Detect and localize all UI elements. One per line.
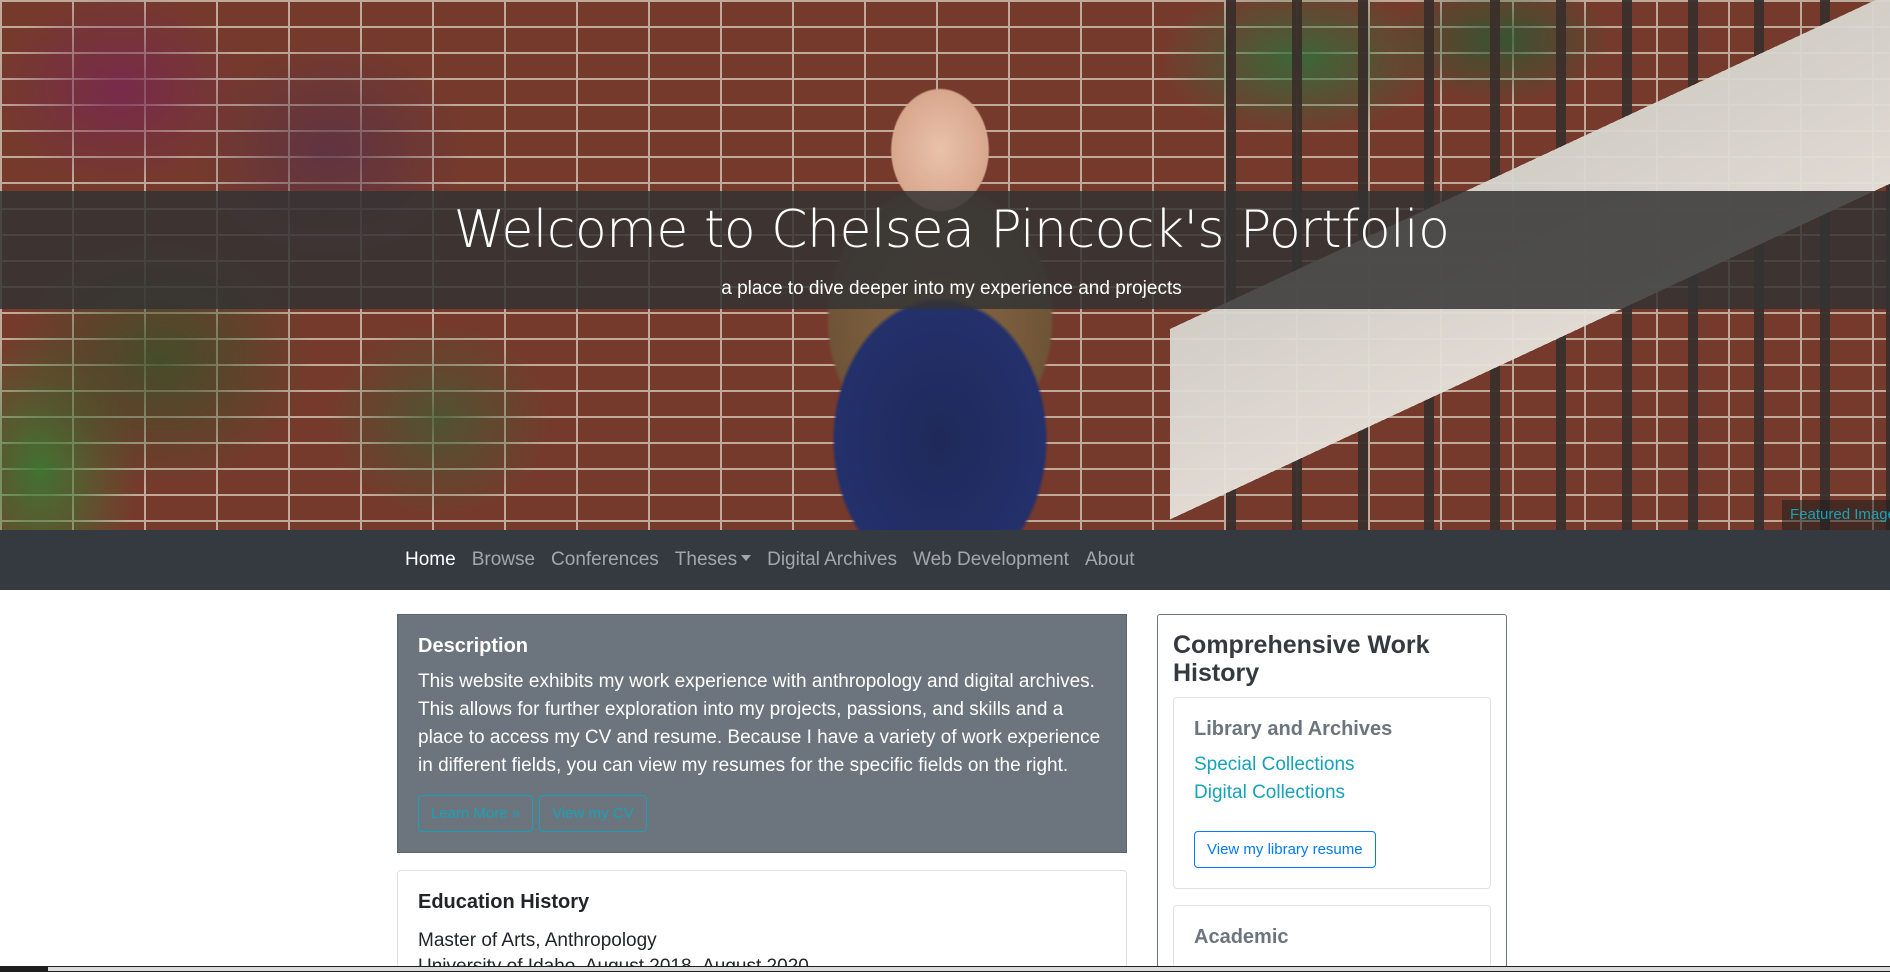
nav-web-development[interactable]: Web Development: [905, 549, 1077, 571]
hero-title: Welcome to Chelsea Pincock's Portfolio: [453, 200, 1450, 260]
description-actions: Learn More » View my CV: [418, 795, 647, 832]
nav-digital-archives[interactable]: Digital Archives: [759, 549, 905, 571]
digital-collections-link[interactable]: Digital Collections: [1194, 779, 1470, 807]
education-card: Education History Master of Arts, Anthro…: [397, 870, 1127, 972]
education-title: Education History: [418, 891, 590, 913]
description-card: Description This website exhibits my wor…: [397, 614, 1127, 853]
library-resume-button[interactable]: View my library resume: [1194, 831, 1376, 868]
hero-subtitle: a place to dive deeper into my experienc…: [721, 278, 1182, 299]
work-history-card: Comprehensive Work History Library and A…: [1157, 614, 1507, 972]
nav-conferences[interactable]: Conferences: [543, 549, 667, 571]
education-degree: Master of Arts, Anthropology: [418, 930, 657, 951]
library-archives-card: Library and Archives Special Collections…: [1173, 697, 1491, 889]
nav-list: Home Browse Conferences Theses Digital A…: [397, 530, 1143, 590]
nav-about[interactable]: About: [1077, 549, 1143, 571]
horizontal-scrollbar-thumb[interactable]: [48, 967, 1890, 971]
nav-home[interactable]: Home: [397, 549, 464, 571]
hero-banner: Welcome to Chelsea Pincock's Portfolio a…: [0, 0, 1890, 530]
work-history-title: Comprehensive Work History: [1173, 631, 1430, 687]
academic-card: Academic: [1173, 905, 1491, 972]
caret-down-icon: [741, 555, 752, 561]
description-title: Description: [418, 635, 529, 657]
featured-image-caption[interactable]: Featured Image: [1782, 500, 1890, 530]
learn-more-button[interactable]: Learn More »: [418, 795, 534, 832]
description-text: This website exhibits my work experience…: [418, 671, 1101, 776]
special-collections-link[interactable]: Special Collections: [1194, 751, 1470, 779]
nav-theses-dropdown[interactable]: Theses: [667, 549, 759, 571]
view-cv-button[interactable]: View my CV: [539, 795, 647, 832]
library-archives-title: Library and Archives: [1194, 718, 1393, 740]
nav-theses-label: Theses: [674, 549, 738, 570]
main-navbar: Home Browse Conferences Theses Digital A…: [0, 530, 1890, 590]
nav-browse[interactable]: Browse: [464, 549, 543, 571]
academic-title: Academic: [1194, 926, 1289, 948]
